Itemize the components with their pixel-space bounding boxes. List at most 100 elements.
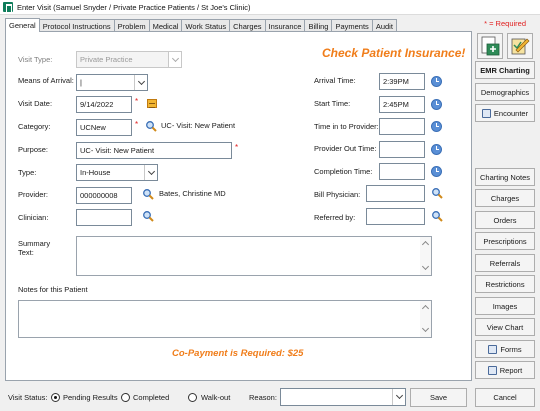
bill-physician-label: Bill Physician:	[314, 190, 361, 199]
reason-label: Reason:	[249, 393, 277, 402]
calendar-icon[interactable]	[147, 99, 157, 108]
bottom-bar: Visit Status: Pending Results Completed …	[0, 384, 540, 411]
means-of-arrival-value: |	[80, 78, 82, 87]
required-marker: *	[235, 143, 239, 152]
pending-results-label[interactable]: Pending Results	[63, 393, 118, 402]
completion-time-input[interactable]	[379, 163, 425, 180]
radio-walk-out[interactable]	[188, 393, 197, 402]
type-select[interactable]: In-House	[76, 164, 158, 181]
type-label: Type:	[18, 168, 37, 177]
provider-out-time-input[interactable]	[379, 141, 425, 158]
category-description: UC- Visit: New Patient	[161, 121, 236, 130]
forms-icon	[488, 344, 498, 354]
window-title: Enter Visit (Samuel Snyder / Private Pra…	[17, 2, 251, 12]
button-label: Charting Notes	[479, 172, 531, 182]
clock-icon[interactable]	[431, 144, 442, 155]
title-bar: Enter Visit (Samuel Snyder / Private Pra…	[0, 0, 540, 15]
view-chart-button[interactable]: View Chart	[475, 318, 535, 336]
tab-general[interactable]: General	[5, 18, 40, 32]
forms-button[interactable]: Forms	[475, 340, 535, 358]
start-time-input[interactable]: 2:45PM	[379, 96, 425, 113]
arrival-time-label: Arrival Time:	[314, 76, 356, 85]
copay-banner: Co-Payment is Required: $25	[172, 348, 304, 359]
time-in-to-provider-input[interactable]	[379, 118, 425, 135]
summary-text-label: Summary Text:	[18, 239, 51, 257]
restrictions-button[interactable]: Restrictions	[475, 275, 535, 293]
provider-out-time-label: Provider Out Time:	[314, 144, 377, 153]
visit-status-label: Visit Status:	[8, 393, 48, 402]
document-green-icon[interactable]	[477, 33, 503, 59]
button-label: Encounter	[493, 108, 529, 118]
save-button[interactable]: Save	[410, 388, 467, 407]
images-button[interactable]: Images	[475, 297, 535, 315]
chevron-down-icon	[134, 75, 147, 90]
bill-physician-input[interactable]	[366, 185, 425, 202]
document-edit-icon[interactable]	[507, 33, 533, 59]
required-marker: *	[135, 120, 139, 129]
provider-label: Provider:	[18, 190, 49, 199]
radio-pending-results[interactable]	[51, 393, 60, 402]
purpose-input[interactable]: UC- Visit: New Patient	[76, 142, 232, 159]
provider-input[interactable]: 000000008	[76, 187, 132, 204]
button-label: View Chart	[486, 322, 524, 332]
magnifier-icon[interactable]	[145, 120, 157, 132]
chevron-down-icon	[168, 52, 181, 67]
walk-out-label[interactable]: Walk-out	[201, 393, 230, 402]
referred-by-input[interactable]	[366, 208, 425, 225]
prescriptions-button[interactable]: Prescriptions	[475, 232, 535, 250]
report-button[interactable]: Report	[475, 361, 535, 379]
tab-strip: General Protocol Instructions Problem Me…	[5, 18, 397, 32]
category-input[interactable]: UCNew	[76, 119, 132, 136]
button-label: Images	[492, 301, 518, 311]
magnifier-icon[interactable]	[431, 210, 443, 222]
notes-area[interactable]	[18, 300, 432, 338]
type-value: In-House	[80, 168, 111, 177]
visit-date-label: Visit Date:	[18, 99, 53, 108]
chevron-down-icon	[392, 389, 405, 405]
clock-icon[interactable]	[431, 99, 442, 110]
provider-name: Bates, Christine MD	[159, 189, 226, 198]
required-note: * = Required	[484, 19, 526, 28]
start-time-label: Start Time:	[314, 99, 351, 108]
button-label: Referrals	[489, 258, 521, 268]
demographics-button[interactable]: Demographics	[475, 83, 535, 101]
cancel-button[interactable]: Cancel	[475, 388, 535, 407]
button-label: Prescriptions	[483, 236, 527, 246]
encounter-icon	[481, 108, 491, 118]
visit-date-input[interactable]: 9/14/2022	[76, 96, 132, 113]
arrival-time-input[interactable]: 2:39PM	[379, 73, 425, 90]
referred-by-label: Referred by:	[314, 213, 356, 222]
required-marker: *	[135, 97, 139, 106]
magnifier-icon[interactable]	[431, 187, 443, 199]
report-icon	[487, 365, 497, 375]
magnifier-icon[interactable]	[142, 210, 154, 222]
referrals-button[interactable]: Referrals	[475, 254, 535, 272]
completion-time-label: Completion Time:	[314, 167, 373, 176]
button-label: Report	[499, 365, 523, 375]
encounter-button[interactable]: Encounter	[475, 104, 535, 122]
summary-text-area[interactable]	[76, 236, 432, 276]
scrollbar[interactable]	[420, 237, 431, 275]
emr-charting-button[interactable]: EMR Charting	[475, 61, 535, 79]
orders-button[interactable]: Orders	[475, 211, 535, 229]
clock-icon[interactable]	[431, 76, 442, 87]
general-panel: Check Patient Insurance! Visit Type: Pri…	[5, 31, 472, 381]
scrollbar[interactable]	[420, 301, 431, 337]
clock-icon[interactable]	[431, 121, 442, 132]
charting-notes-button[interactable]: Charting Notes	[475, 168, 535, 186]
magnifier-icon[interactable]	[142, 188, 154, 200]
app-icon	[3, 2, 13, 13]
button-label: Demographics	[480, 87, 530, 97]
means-of-arrival-select[interactable]: |	[76, 74, 148, 91]
clock-icon[interactable]	[431, 166, 442, 177]
completed-label[interactable]: Completed	[133, 393, 169, 402]
clinician-label: Clinician:	[18, 213, 49, 222]
charges-button[interactable]: Charges	[475, 189, 535, 207]
radio-completed[interactable]	[121, 393, 130, 402]
button-label: Restrictions	[485, 279, 525, 289]
clinician-input[interactable]	[76, 209, 132, 226]
purpose-label: Purpose:	[18, 145, 49, 154]
check-insurance-banner: Check Patient Insurance!	[322, 46, 466, 60]
reason-select[interactable]	[280, 388, 406, 406]
visit-type-label: Visit Type:	[18, 55, 53, 64]
